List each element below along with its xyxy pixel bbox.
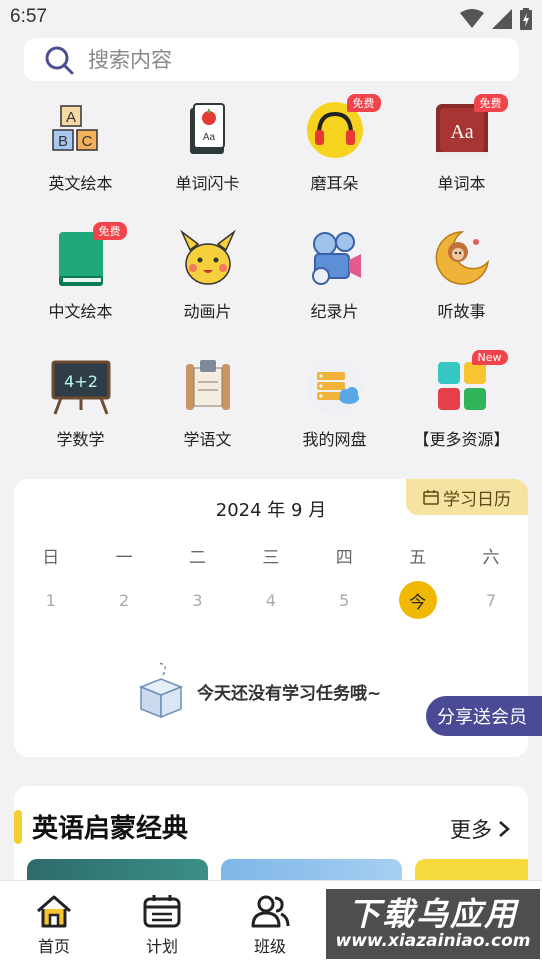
calendar-day[interactable]: 4: [234, 580, 307, 620]
grid-item-label: 听故事: [437, 302, 486, 321]
weekday-label: 二: [188, 548, 206, 568]
svg-text:Aa: Aa: [450, 121, 473, 143]
section-accent-bar: [14, 810, 22, 844]
grid-item-chinese[interactable]: 学语文: [144, 354, 271, 482]
film-camera-icon: [305, 228, 365, 288]
day-row: 1 2 3 4 5 今 7: [14, 580, 528, 620]
weekday-label: 一: [115, 548, 133, 568]
empty-task-message: 今天还没有学习任务哦~: [129, 659, 381, 723]
calendar-day[interactable]: 1: [14, 580, 87, 620]
search-icon: [45, 46, 74, 74]
watermark-title: 下载乌应用: [347, 895, 518, 933]
signal-icon: [492, 9, 512, 29]
tab-label: 首页: [37, 937, 70, 956]
watermark-logo: 下载乌应用 www.xiazainiao.com: [326, 889, 540, 959]
grid-item-label: 学数学: [56, 430, 105, 449]
scroll-icon: [178, 356, 238, 416]
grid-item-label: 单词本: [437, 174, 486, 193]
grid-item-documentaries[interactable]: 纪录片: [271, 226, 398, 354]
home-icon: [37, 895, 71, 928]
watermark-url: www.xiazainiao.com: [335, 931, 531, 951]
grid-item-math[interactable]: 4+2 学数学: [17, 354, 144, 482]
flashcards-icon: Aa: [178, 100, 238, 160]
more-label: 更多: [450, 818, 492, 842]
grid-item-listening[interactable]: 免费 磨耳朵: [271, 94, 398, 226]
feature-grid: A B C 英文绘本 Aa 单词闪卡 免费 磨耳朵 Aa 免费 单词本 免费 中…: [17, 94, 525, 482]
new-badge: New: [471, 350, 508, 365]
svg-text:Aa: Aa: [202, 132, 215, 143]
tab-plan[interactable]: 计划: [108, 881, 216, 965]
svg-text:4+2: 4+2: [64, 372, 98, 391]
weekday-row: 日 一 二 三 四 五 六: [14, 543, 528, 568]
search-input[interactable]: [88, 47, 488, 72]
free-badge: 免费: [473, 94, 508, 112]
grid-item-label: 我的网盘: [302, 430, 367, 449]
free-badge: 免费: [92, 222, 127, 240]
calendar-icon: [143, 895, 181, 928]
empty-task-text: 今天还没有学习任务哦~: [197, 683, 382, 704]
weekday-label: 五: [409, 548, 427, 568]
tab-class[interactable]: 班级: [216, 881, 324, 965]
grid-item-label: 单词闪卡: [175, 174, 240, 193]
tab-label: 班级: [253, 937, 286, 956]
users-icon: [251, 895, 290, 928]
battery-icon: [520, 8, 532, 30]
empty-box-icon: [138, 662, 184, 719]
grid-item-label: 纪录片: [310, 302, 359, 321]
grid-item-label: 中文绘本: [48, 302, 113, 321]
section-title: 英语启蒙经典: [32, 814, 189, 844]
grid-item-cartoons[interactable]: 动画片: [144, 226, 271, 354]
calendar-day[interactable]: 5: [308, 580, 381, 620]
weekday-label: 日: [42, 548, 60, 568]
calendar-icon: [423, 490, 439, 505]
study-calendar-button[interactable]: 学习日历: [406, 479, 528, 515]
svg-text:A: A: [65, 109, 75, 126]
grid-item-english-picture-books[interactable]: A B C 英文绘本: [17, 98, 144, 226]
share-for-membership-button[interactable]: 分享送会员: [426, 696, 542, 736]
svg-text:C: C: [81, 133, 92, 150]
wifi-icon: [460, 9, 484, 28]
grid-item-word-flashcards[interactable]: Aa 单词闪卡: [144, 98, 271, 226]
status-icons: [460, 8, 532, 30]
calendar-day[interactable]: 7: [454, 580, 527, 620]
grid-item-vocabulary-book[interactable]: Aa 免费 单词本: [398, 94, 525, 226]
search-bar[interactable]: [24, 38, 519, 81]
free-badge: 免费: [346, 94, 381, 112]
svg-text:B: B: [57, 133, 67, 150]
more-grid-icon: New: [432, 350, 508, 416]
grid-item-label: 学语文: [183, 430, 232, 449]
headphones-icon: 免费: [305, 94, 381, 160]
green-book-icon: 免费: [51, 222, 127, 288]
status-bar: 6:57: [0, 0, 542, 34]
grid-item-my-cloud-drive[interactable]: 我的网盘: [271, 354, 398, 482]
tab-label: 计划: [145, 937, 178, 956]
chalkboard-icon: 4+2: [51, 356, 111, 416]
grid-item-more-resources[interactable]: New 【更多资源】: [398, 350, 525, 482]
grid-item-label: 【更多资源】: [413, 430, 510, 449]
grid-item-chinese-picture-books[interactable]: 免费 中文绘本: [17, 222, 144, 354]
grid-item-label: 英文绘本: [48, 174, 113, 193]
grid-item-label: 磨耳朵: [310, 174, 359, 193]
pikachu-icon: [178, 228, 238, 288]
more-button[interactable]: 更多: [450, 814, 510, 844]
grid-item-label: 动画片: [183, 302, 232, 321]
study-calendar-label: 学习日历: [443, 489, 511, 510]
weekday-label: 四: [335, 548, 353, 568]
tab-home[interactable]: 首页: [0, 881, 108, 965]
moon-monkey-icon: [432, 228, 492, 288]
weekday-label: 三: [262, 548, 280, 568]
calendar-day[interactable]: 3: [161, 580, 234, 620]
chevron-right-icon: [499, 821, 510, 837]
abc-blocks-icon: A B C: [51, 100, 111, 160]
calendar-day-today[interactable]: 今: [381, 580, 454, 620]
cloud-drive-icon: [305, 356, 365, 416]
grid-item-stories[interactable]: 听故事: [398, 226, 525, 354]
calendar-day[interactable]: 2: [87, 580, 160, 620]
dictionary-icon: Aa 免费: [432, 94, 508, 160]
status-time: 6:57: [10, 6, 47, 27]
weekday-label: 六: [482, 548, 500, 568]
today-marker: 今: [398, 581, 437, 619]
